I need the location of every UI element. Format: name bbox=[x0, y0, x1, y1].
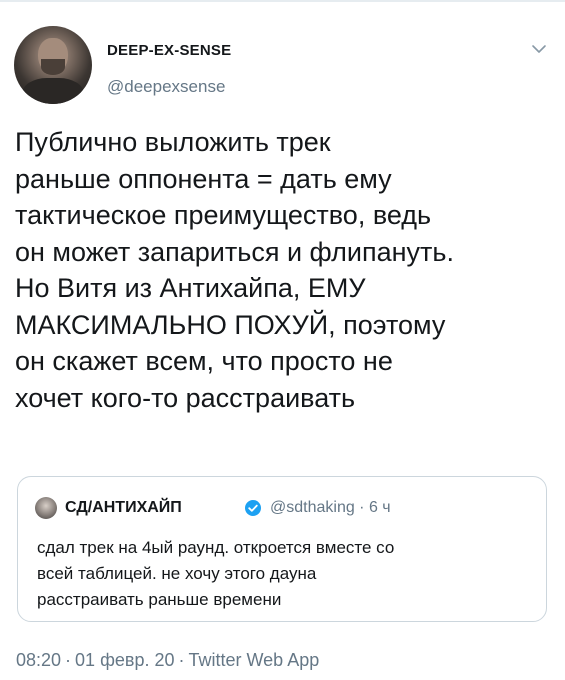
separator: · bbox=[65, 650, 72, 670]
author-handle[interactable]: @deepexsense bbox=[107, 77, 225, 97]
author-display-name[interactable]: DEEP-EX-SENSE bbox=[107, 42, 231, 59]
chevron-down-icon[interactable] bbox=[528, 38, 550, 60]
avatar-body-shape bbox=[22, 78, 84, 104]
tweet-time[interactable]: 08:20 bbox=[16, 650, 61, 670]
avatar-beard-shape bbox=[41, 59, 65, 75]
tweet-timestamp-row: 08:20 · 01 февр. 20 · Twitter Web App bbox=[16, 650, 319, 671]
tweet-source-link[interactable]: Twitter Web App bbox=[189, 650, 320, 670]
tweet-date[interactable]: 01 февр. 20 bbox=[75, 650, 174, 670]
quoted-tweet-card[interactable]: СД/АНТИХАЙП @sdthaking · 6 ч сдал трек н… bbox=[17, 476, 547, 622]
quoted-author-name: СД/АНТИХАЙП bbox=[65, 499, 182, 516]
tweet-text: Публично выложить трек раньше оппонента … bbox=[15, 127, 454, 413]
author-avatar[interactable] bbox=[14, 26, 92, 104]
quoted-author-avatar bbox=[35, 497, 57, 519]
top-divider bbox=[0, 0, 565, 2]
quoted-tweet-text: сдал трек на 4ый раунд. откроется вместе… bbox=[37, 538, 395, 609]
separator: · bbox=[178, 650, 185, 670]
quoted-handle-time: @sdthaking · 6 ч bbox=[270, 499, 391, 516]
verified-badge-icon bbox=[245, 500, 261, 516]
